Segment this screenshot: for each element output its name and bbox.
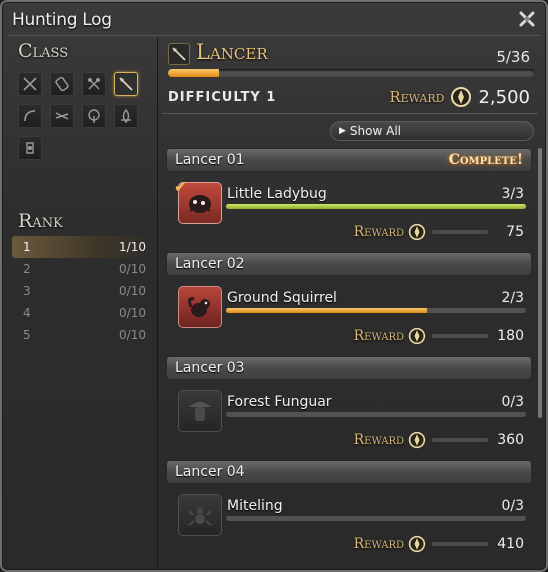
- title-divider: [8, 35, 540, 36]
- rank-item-5[interactable]: 5 0/10: [12, 324, 154, 346]
- rank-progress: 1/10: [119, 240, 146, 254]
- rank-progress: 0/10: [119, 262, 146, 276]
- mob-progress-bar: [226, 516, 526, 521]
- reward-amount: 2,500: [478, 86, 530, 108]
- rank-progress: 0/10: [119, 328, 146, 342]
- reward-label: Reward: [353, 224, 404, 240]
- reward-amount: 360: [497, 432, 524, 448]
- mob-progress-bar: [226, 308, 526, 313]
- rank-heading: Rank: [18, 210, 63, 232]
- reward-amount: 410: [497, 536, 524, 552]
- rank-progress: 0/10: [119, 306, 146, 320]
- mob-name: Ground Squirrel: [227, 290, 337, 306]
- hunting-entries: Lancer 01 Complete! ✔ Little Ladybug 3/3…: [166, 148, 534, 566]
- mob-count: 2/3: [501, 290, 524, 306]
- reward-amount: 180: [497, 328, 524, 344]
- mob-progress-fill: [226, 308, 427, 313]
- close-icon[interactable]: [516, 8, 538, 30]
- total-reward: Reward 2,500: [389, 86, 530, 108]
- rogue-daggers-icon[interactable]: [50, 104, 74, 128]
- seal-icon: [408, 535, 426, 553]
- mob-name: Miteling: [227, 498, 283, 514]
- seal-icon: [408, 431, 426, 449]
- arcanist-book-icon[interactable]: [18, 136, 42, 160]
- mob-count: 0/3: [501, 498, 524, 514]
- entry-title: Lancer 04: [175, 464, 245, 480]
- mob-progress-bar: [226, 204, 526, 209]
- entry-title: Lancer 01: [175, 152, 245, 168]
- reward-amount: 75: [506, 224, 524, 240]
- rank-list: 1 1/10 2 0/10 3 0/10 4 0/10 5 0/10: [12, 236, 154, 346]
- job-name: Lancer: [196, 40, 268, 64]
- lancer-spear-icon[interactable]: [114, 72, 138, 96]
- entry-reward: Reward 360: [354, 431, 524, 449]
- complete-badge: Complete!: [448, 152, 523, 168]
- job-progress-count: 5/36: [496, 48, 530, 66]
- rank-number: 4: [23, 306, 31, 320]
- hunting-entry: Lancer 03 Forest Funguar 0/3 Reward 360: [166, 356, 534, 460]
- show-all-dropdown[interactable]: ▶ Show All: [330, 121, 534, 141]
- header-divider: [162, 113, 538, 114]
- reward-label: Reward: [353, 536, 404, 552]
- window-title: Hunting Log: [12, 10, 112, 30]
- archer-bow-icon[interactable]: [18, 104, 42, 128]
- reward-divider: [432, 438, 488, 442]
- mob-name: Little Ladybug: [227, 186, 327, 202]
- reward-label: Reward: [353, 328, 404, 344]
- mob-progress-fill: [226, 204, 526, 209]
- entry-header[interactable]: Lancer 01 Complete!: [166, 148, 532, 172]
- thaumaturge-flame-icon[interactable]: [114, 104, 138, 128]
- difficulty-label: DIFFICULTY 1: [168, 90, 277, 105]
- entry-reward: Reward 180: [354, 327, 524, 345]
- seal-icon: [450, 86, 472, 108]
- mob-count: 3/3: [501, 186, 524, 202]
- pugilist-fist-icon[interactable]: [50, 72, 74, 96]
- rank-item-1[interactable]: 1 1/10: [12, 236, 154, 258]
- class-heading: Class: [18, 40, 69, 62]
- job-progress-fill: [168, 69, 220, 77]
- entry-header[interactable]: Lancer 02: [166, 252, 532, 276]
- entry-title: Lancer 03: [175, 360, 245, 376]
- marauder-axe-icon[interactable]: [82, 72, 106, 96]
- entry-reward: Reward 410: [354, 535, 524, 553]
- gladiator-sword-icon[interactable]: [18, 72, 42, 96]
- sidebar: Class Rank 1 1/10 2 0/10 3 0/10 4 0/10 5…: [8, 38, 158, 566]
- job-progress-bar: [168, 69, 535, 77]
- hunting-entry: Lancer 04 Miteling 0/3 Reward 410: [166, 460, 534, 564]
- rank-number: 5: [23, 328, 31, 342]
- miteling-icon: [178, 494, 222, 536]
- rank-item-3[interactable]: 3 0/10: [12, 280, 154, 302]
- reward-divider: [432, 230, 488, 234]
- reward-divider: [432, 334, 488, 338]
- entry-header[interactable]: Lancer 03: [166, 356, 532, 380]
- rank-item-2[interactable]: 2 0/10: [12, 258, 154, 280]
- mob-progress-bar: [226, 412, 526, 417]
- hunting-entry: Lancer 02 Ground Squirrel 2/3 Reward 180: [166, 252, 534, 356]
- reward-divider: [432, 542, 488, 546]
- rank-item-4[interactable]: 4 0/10: [12, 302, 154, 324]
- reward-label: Reward: [389, 88, 445, 106]
- rank-number: 3: [23, 284, 31, 298]
- squirrel-icon: [178, 286, 222, 328]
- rank-number: 2: [23, 262, 31, 276]
- hunting-log-window: Hunting Log Class Rank 1 1/10 2 0/10 3 0…: [0, 0, 548, 572]
- rank-progress: 0/10: [119, 284, 146, 298]
- entries-scrollbar[interactable]: [538, 148, 542, 418]
- checkmark-icon: ✔: [174, 178, 187, 196]
- show-all-label: Show All: [349, 124, 401, 138]
- entry-header[interactable]: Lancer 04: [166, 460, 532, 484]
- hunting-entry: Lancer 01 Complete! ✔ Little Ladybug 3/3…: [166, 148, 534, 252]
- entry-title: Lancer 02: [175, 256, 245, 272]
- seal-icon: [408, 327, 426, 345]
- reward-label: Reward: [353, 432, 404, 448]
- lancer-job-icon: [168, 43, 190, 65]
- seal-icon: [408, 223, 426, 241]
- mob-name: Forest Funguar: [227, 394, 332, 410]
- triangle-right-icon: ▶: [339, 126, 346, 136]
- mob-count: 0/3: [501, 394, 524, 410]
- entry-reward: Reward 75: [354, 223, 524, 241]
- conjurer-tree-icon[interactable]: [82, 104, 106, 128]
- rank-number: 1: [23, 240, 31, 254]
- funguar-icon: [178, 390, 222, 432]
